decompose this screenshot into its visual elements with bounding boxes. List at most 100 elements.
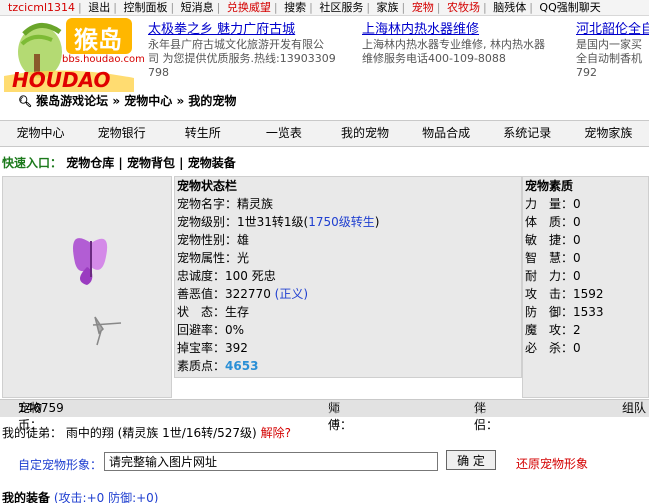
- tab-pet-family[interactable]: 宠物家族: [568, 121, 649, 146]
- pet-info-bar: 宠物币： 146759 师傅：无 伴侣：无 组队: [0, 399, 649, 432]
- tab-my-pet[interactable]: 我的宠物: [325, 121, 406, 146]
- attr-label: 智 慧：: [525, 251, 574, 265]
- field-label: 宠物级别：: [177, 215, 238, 229]
- nav-farm[interactable]: 农牧场: [444, 0, 483, 15]
- ad-desc: 是国内一家买: [576, 38, 642, 51]
- ad-desc: 全自动制香机: [576, 52, 642, 65]
- nav-logout[interactable]: 退出: [85, 0, 113, 15]
- nav-qq-chat[interactable]: QQ强制聊天: [536, 0, 603, 15]
- attr-row-agility: 敏 捷：0: [523, 231, 648, 249]
- status-name-row: 宠物名字：精灵族: [175, 195, 521, 213]
- attr-label: 体 质：: [525, 215, 574, 229]
- field-label: 状 态：: [177, 305, 226, 319]
- nav-control-panel[interactable]: 控制面板: [120, 0, 170, 15]
- rebirth-link[interactable]: 1750级转生: [308, 215, 375, 229]
- quick-link-backpack[interactable]: 宠物背包: [127, 156, 175, 170]
- apprentice-value: 雨中的翔 (精灵族 1世/16转/527级): [65, 426, 257, 440]
- ad-desc: 司 为您提供优质服务.热线:13903309: [148, 52, 336, 65]
- butterfly-pet-image: [73, 238, 122, 346]
- nav-sep: |: [216, 1, 221, 14]
- attr-row-attack: 攻 击：1592: [523, 285, 648, 303]
- attr-label: 耐 力：: [525, 269, 574, 283]
- pet-evade: 0%: [225, 323, 245, 337]
- pet-drop-rate: 392: [225, 341, 248, 355]
- dismiss-apprentice-link[interactable]: 解除?: [261, 426, 291, 440]
- equipment-row: 我的装备 (攻击:+0 防御:+0): [2, 489, 159, 503]
- tab-synthesis[interactable]: 物品合成: [406, 121, 487, 146]
- attr-value: 2: [573, 323, 581, 337]
- field-label: 回避率：: [177, 323, 226, 337]
- tab-pet-bank[interactable]: 宠物银行: [81, 121, 162, 146]
- field-label: 素质点：: [177, 359, 226, 373]
- tab-rebirth[interactable]: 转生所: [162, 121, 243, 146]
- nav-messages[interactable]: 短消息: [178, 0, 217, 15]
- nav-search[interactable]: 搜索: [281, 0, 309, 15]
- nav-sep: |: [529, 1, 533, 14]
- status-state-row: 状 态：生存: [175, 303, 521, 321]
- nav-sep: |: [78, 1, 82, 14]
- logo-wordmark: HOUDAO: [12, 68, 111, 92]
- ad-title[interactable]: 河北韶伦全自: [576, 22, 649, 38]
- pet-attributes-panel: 宠物素质 力 量：0 体 质：0 敏 捷：0 智 慧：0 耐 力：0 攻 击：1…: [522, 176, 649, 398]
- tab-pet-center[interactable]: 宠物中心: [0, 121, 81, 146]
- nav-pets[interactable]: 宠物: [409, 0, 437, 15]
- team-label[interactable]: 组队: [622, 400, 646, 417]
- pet-loyalty: 100 死忠: [225, 269, 276, 283]
- attr-value: 1592: [573, 287, 604, 301]
- attr-label: 防 御：: [525, 305, 574, 319]
- field-label: 掉宝率：: [177, 341, 226, 355]
- karma-link[interactable]: (正义): [275, 287, 308, 301]
- attr-label: 力 量：: [525, 197, 574, 211]
- partner-value: 无: [474, 401, 487, 415]
- nav-sep: |: [436, 1, 441, 14]
- pet-level: 1世31转1级(: [237, 215, 309, 229]
- breadcrumb-text[interactable]: 猴岛游戏论坛 » 宠物中心 » 我的宠物: [36, 94, 236, 108]
- master-value: 无: [328, 401, 341, 415]
- nav-font[interactable]: 脑残体: [490, 0, 529, 15]
- status-karma-row: 善恶值：322770 (正义): [175, 285, 521, 303]
- breadcrumb: 🔍︎ 猴岛游戏论坛 » 宠物中心 » 我的宠物: [18, 92, 236, 109]
- field-label: 宠物属性：: [177, 251, 238, 265]
- nav-community[interactable]: 社区服务: [316, 0, 366, 15]
- quick-link-equipment[interactable]: 宠物装备: [188, 156, 236, 170]
- tab-overview[interactable]: 一览表: [243, 121, 324, 146]
- attr-row-constitution: 体 质：0: [523, 213, 648, 231]
- status-drop-row: 掉宝率：392: [175, 339, 521, 357]
- nav-sep: |: [366, 1, 371, 14]
- ad-title[interactable]: 上海林内热水器维修: [362, 22, 568, 38]
- apprentice-row: 我的徒弟： 雨中的翔 (精灵族 1世/16转/527级) 解除?: [2, 424, 291, 441]
- quick-link-warehouse[interactable]: 宠物仓库: [66, 156, 114, 170]
- pet-state: 生存: [225, 305, 250, 319]
- apprentice-label: 我的徒弟：: [2, 426, 63, 440]
- username-link[interactable]: tzcicml1314: [0, 0, 78, 15]
- restore-image-link[interactable]: 还原宠物形象: [516, 455, 588, 472]
- ad-block[interactable]: 上海林内热水器维修 上海林内热水器专业维修, 林内热水器 维修服务电话400-1…: [362, 22, 568, 66]
- pet-attribute: 光: [237, 251, 250, 265]
- ad-block[interactable]: 河北韶伦全自 是国内一家买 全自动制香机 792: [576, 22, 649, 80]
- tab-system-log[interactable]: 系统记录: [487, 121, 568, 146]
- equipment-stats: (攻击:+0 防御:+0): [53, 491, 159, 503]
- attrs-title: 宠物素质: [525, 179, 574, 193]
- ad-desc: 上海林内热水器专业维修, 林内热水器: [362, 38, 545, 51]
- magnifier-icon: 🔍︎: [18, 95, 32, 108]
- nav-sep: |: [309, 1, 313, 14]
- nav-family[interactable]: 家族: [374, 0, 402, 15]
- ad-title[interactable]: 太极拳之乡 魅力广府古城: [148, 22, 354, 38]
- attr-value: 0: [573, 233, 581, 247]
- status-title: 宠物状态栏: [177, 179, 238, 193]
- pet-points[interactable]: 4653: [225, 359, 258, 373]
- pet-image-panel: [2, 176, 172, 398]
- attr-label: 攻 击：: [525, 287, 574, 301]
- attr-row-critical: 必 杀：0: [523, 339, 648, 357]
- equipment-label: 我的装备: [2, 491, 51, 503]
- ad-desc: 维修服务电话400-109-8088: [362, 52, 506, 65]
- attr-value: 0: [573, 215, 581, 229]
- status-level-row: 宠物级别：1世31转1级(1750级转生): [175, 213, 521, 231]
- pet-karma: 322770: [225, 287, 275, 301]
- attr-row-magic-attack: 魔 攻：2: [523, 321, 648, 339]
- image-url-input[interactable]: [104, 452, 438, 471]
- confirm-button[interactable]: 确 定: [446, 450, 496, 470]
- nav-redeem[interactable]: 兑换威望: [224, 0, 274, 15]
- site-logo[interactable]: 猴岛 bbs.houdao.com HOUDAO: [4, 14, 145, 94]
- ad-block[interactable]: 太极拳之乡 魅力广府古城 永年县广府古城文化旅游开发有限公 司 为您提供优质服务…: [148, 22, 354, 80]
